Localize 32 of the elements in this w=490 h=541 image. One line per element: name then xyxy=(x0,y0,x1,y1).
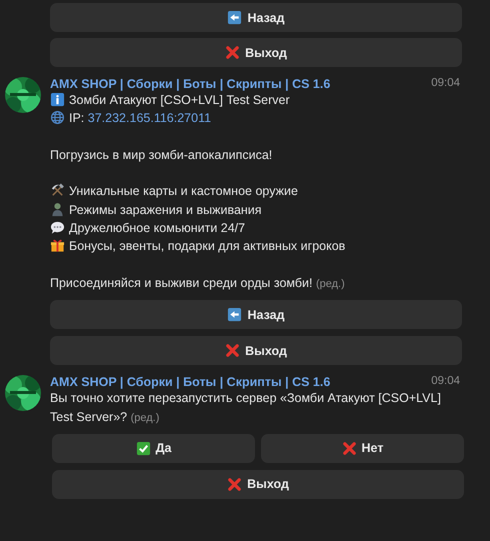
info-icon xyxy=(50,92,65,107)
keyboard-button[interactable]: Да xyxy=(52,434,255,463)
figure-icon xyxy=(50,202,65,217)
sender-name[interactable]: AMX SHOP | Сборки | Боты | Скрипты | CS 1.6 xyxy=(50,375,330,390)
keyboard-button[interactable]: Нет xyxy=(261,434,464,463)
message-text: Дружелюбное комьюнити 24/7 xyxy=(69,221,246,236)
cross-icon xyxy=(225,343,240,358)
sender-name[interactable]: AMX SHOP | Сборки | Боты | Скрипты | CS 1.6 xyxy=(50,77,330,91)
cross-icon xyxy=(227,476,242,492)
globe-icon xyxy=(50,110,65,126)
message-text: Уникальные карты и кастомное оружие xyxy=(69,184,298,198)
message-text: Режимы заражения и выживания xyxy=(69,202,262,217)
message-text: Зомби Атакуют [CSO+LVL] Test Server xyxy=(69,93,290,107)
gift-icon xyxy=(50,238,65,254)
hammer-and-pick-icon xyxy=(50,183,65,198)
keyboard-button[interactable]: Выход xyxy=(50,38,462,67)
cross-icon xyxy=(225,45,240,60)
keyboard-button[interactable]: Назад xyxy=(50,3,462,32)
speech-bubble-icon xyxy=(50,220,65,236)
message-text: Погрузись в мир зомби-апокалипсиса! xyxy=(50,148,272,162)
message-text: Бонусы, эвенты, подарки для активных игроков xyxy=(69,239,346,254)
keyboard-button[interactable]: Назад xyxy=(50,300,462,330)
message-time: 09:04 xyxy=(431,375,460,390)
message-text: IP: xyxy=(69,111,84,126)
cross-icon xyxy=(342,440,357,456)
keyboard-button[interactable]: Выход xyxy=(50,336,462,366)
message-text: Вы точно хотите перезапустить сервер «Зомби Атакуют [CSO+LVL] Test Server»? (ред.) xyxy=(50,391,441,424)
keyboard-button[interactable]: Выход xyxy=(52,470,464,499)
message-text: Присоединяйся и выживи среди орды зомби! (ред.) xyxy=(50,276,345,290)
check-icon xyxy=(136,440,151,456)
ip-link[interactable]: 37.232.165.116:27011 xyxy=(88,111,212,126)
message-time: 09:04 xyxy=(431,77,460,91)
